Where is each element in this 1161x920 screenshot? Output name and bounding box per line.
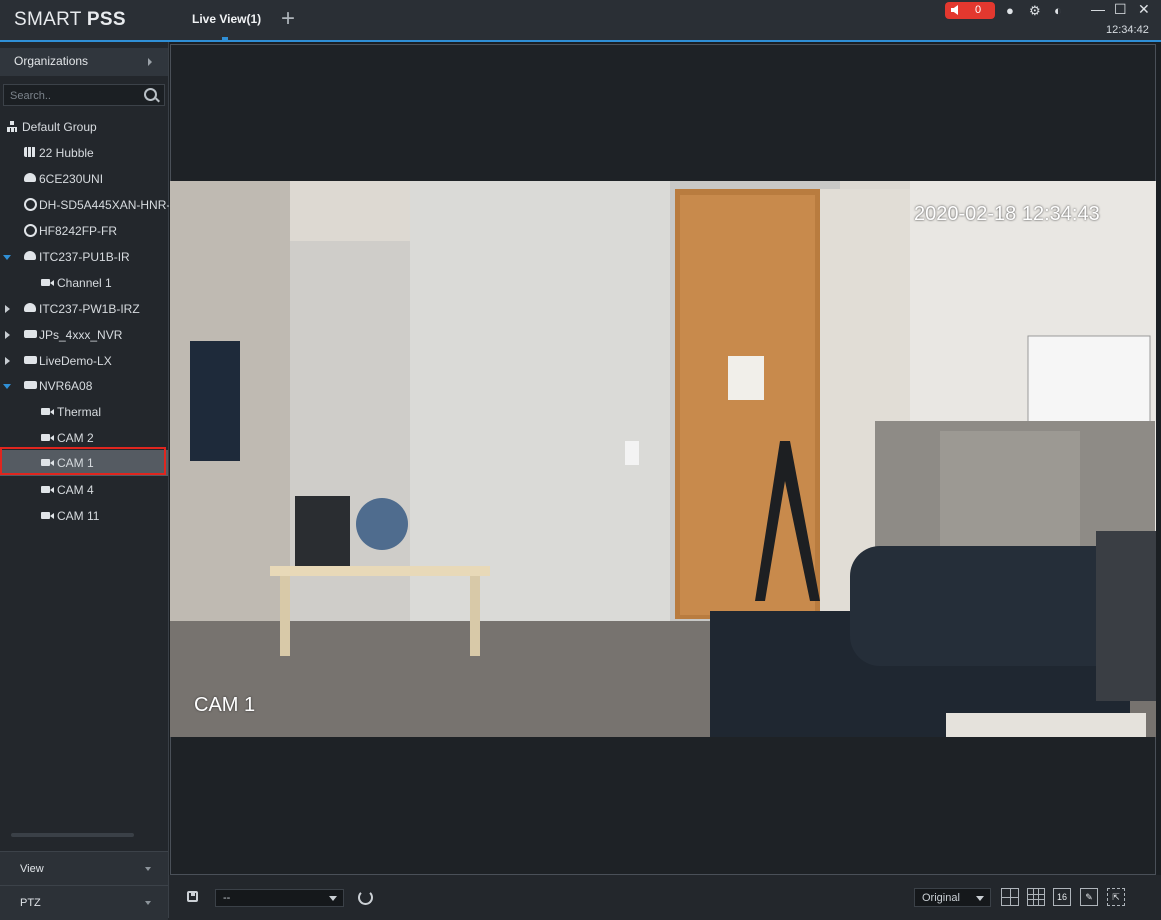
- tree-item-livedemo-lx[interactable]: LiveDemo-LX: [0, 349, 168, 373]
- ptz-panel-header[interactable]: PTZ: [0, 885, 168, 920]
- nvr-icon: [24, 356, 37, 364]
- alarm-button[interactable]: 0: [945, 2, 995, 19]
- minimize-icon[interactable]: —: [1091, 1, 1105, 17]
- tree-item-6ce230uni[interactable]: 6CE230UNI: [0, 167, 168, 191]
- camera-icon: [41, 434, 54, 441]
- tree-item-label: Default Group: [22, 120, 97, 134]
- layout-9-icon[interactable]: [1027, 888, 1045, 906]
- collapsed-arrow-icon[interactable]: [5, 357, 10, 365]
- camera-icon: [41, 486, 54, 493]
- tree-item-label: DH-SD5A445XAN-HNR-: [39, 198, 171, 212]
- tab-live-view[interactable]: Live View(1): [192, 12, 261, 26]
- video-channel-label: CAM 1: [194, 694, 256, 716]
- map-icon: [24, 147, 36, 157]
- tree-item-label: CAM 11: [57, 509, 100, 523]
- search-box: [3, 84, 165, 107]
- search-icon[interactable]: [144, 88, 157, 101]
- dropdown-arrow-icon: [976, 896, 984, 901]
- gear-icon[interactable]: ⚙: [1029, 3, 1041, 19]
- tree-item-label: Channel 1: [57, 276, 112, 290]
- add-tab-icon[interactable]: +: [281, 6, 295, 32]
- tree-item-label: ITC237-PU1B-IR: [39, 250, 130, 264]
- sidebar-scrollbar[interactable]: [11, 833, 134, 837]
- user-icon[interactable]: ●: [1006, 3, 1014, 18]
- tree-item-hf8242fp-fr[interactable]: HF8242FP-FR: [0, 219, 168, 243]
- chevron-right-icon: [148, 58, 152, 66]
- tree-item-cam-11[interactable]: CAM 11: [0, 504, 168, 528]
- tree-item-cam-4[interactable]: CAM 4: [0, 478, 168, 502]
- view-panel-header[interactable]: View: [0, 851, 168, 886]
- camera-icon: [41, 408, 54, 415]
- view-select-value: --: [223, 892, 231, 904]
- tree-item-thermal[interactable]: Thermal: [0, 400, 168, 424]
- video-feed[interactable]: [170, 181, 1156, 737]
- tree-item-label: NVR6A08: [39, 379, 93, 393]
- dome-camera-icon: [24, 251, 36, 260]
- save-view-icon[interactable]: [187, 891, 198, 902]
- view-select[interactable]: --: [215, 889, 344, 907]
- tree-item-label: CAM 4: [57, 483, 94, 497]
- tree-item-jps-4xxx-nvr[interactable]: JPs_4xxx_NVR: [0, 323, 168, 347]
- ptz-camera-icon: [24, 198, 37, 211]
- tree-item-label: LiveDemo-LX: [39, 354, 112, 368]
- nvr-icon: [24, 381, 37, 389]
- tree-item-nvr6a08[interactable]: NVR6A08: [0, 374, 168, 398]
- tree-item-label: CAM 2: [57, 431, 94, 445]
- layout-16-button[interactable]: 16: [1053, 888, 1071, 906]
- expanded-arrow-icon[interactable]: [3, 384, 11, 389]
- tree-item-label: ITC237-PW1B-IRZ: [39, 302, 140, 316]
- group-icon: [7, 121, 17, 132]
- organizations-label: Organizations: [14, 54, 89, 68]
- device-sidebar: Organizations Default Group 22 Hubble 6C…: [0, 42, 171, 920]
- tree-item-default-group[interactable]: Default Group: [0, 115, 168, 139]
- view-label: View: [20, 863, 44, 875]
- tree-item-label: 6CE230UNI: [39, 172, 104, 186]
- close-icon[interactable]: ✕: [1138, 1, 1150, 18]
- tree-item-channel-1[interactable]: Channel 1: [0, 271, 168, 295]
- tree-item-label: Thermal: [57, 405, 102, 419]
- tree-item-itc237-pw1b-irz[interactable]: ITC237-PW1B-IRZ: [0, 297, 168, 321]
- ratio-select[interactable]: Original: [914, 888, 991, 907]
- ptz-camera-icon: [24, 224, 37, 237]
- layout-4-icon[interactable]: [1001, 888, 1019, 906]
- tree-item-label: HF8242FP-FR: [39, 224, 118, 238]
- app-logo: SMART PSS: [14, 9, 126, 30]
- tree-item-itc237-pu1b-ir[interactable]: ITC237-PU1B-IR: [0, 245, 168, 269]
- video-timestamp: 2020-02-18 12:34:43: [914, 203, 1100, 225]
- highlight-box: [0, 447, 166, 475]
- refresh-icon[interactable]: [358, 890, 373, 905]
- collapsed-arrow-icon[interactable]: [5, 305, 10, 313]
- tree-item-dh-sd5a445xan[interactable]: DH-SD5A445XAN-HNR-: [0, 193, 171, 217]
- camera-icon: [41, 279, 54, 286]
- office-scene-image: [170, 181, 1156, 737]
- alarm-count: 0: [975, 4, 982, 16]
- maximize-icon[interactable]: ☐: [1114, 1, 1127, 18]
- tree-item-label: JPs_4xxx_NVR: [39, 328, 123, 342]
- chevron-down-icon: [145, 867, 151, 871]
- camera-icon: [41, 512, 54, 519]
- collapsed-arrow-icon[interactable]: [5, 331, 10, 339]
- performance-gauge-icon[interactable]: ◐: [1054, 3, 1062, 18]
- organizations-header[interactable]: Organizations: [0, 48, 168, 76]
- tree-item-22-hubble[interactable]: 22 Hubble: [0, 141, 168, 165]
- clock: 12:34:42: [1106, 24, 1149, 36]
- chevron-down-icon: [145, 901, 151, 905]
- tree-item-label: 22 Hubble: [39, 146, 94, 160]
- ptz-label: PTZ: [20, 897, 41, 909]
- custom-layout-icon[interactable]: ✎: [1080, 888, 1098, 906]
- fullscreen-icon[interactable]: ⇱: [1107, 888, 1125, 906]
- dropdown-arrow-icon: [329, 896, 337, 901]
- nvr-icon: [24, 330, 37, 338]
- ratio-select-value: Original: [922, 892, 960, 904]
- dome-camera-icon: [24, 303, 36, 312]
- dome-camera-icon: [24, 173, 36, 182]
- expanded-arrow-icon[interactable]: [3, 255, 11, 260]
- speaker-icon: [951, 5, 958, 15]
- search-input[interactable]: [4, 85, 142, 107]
